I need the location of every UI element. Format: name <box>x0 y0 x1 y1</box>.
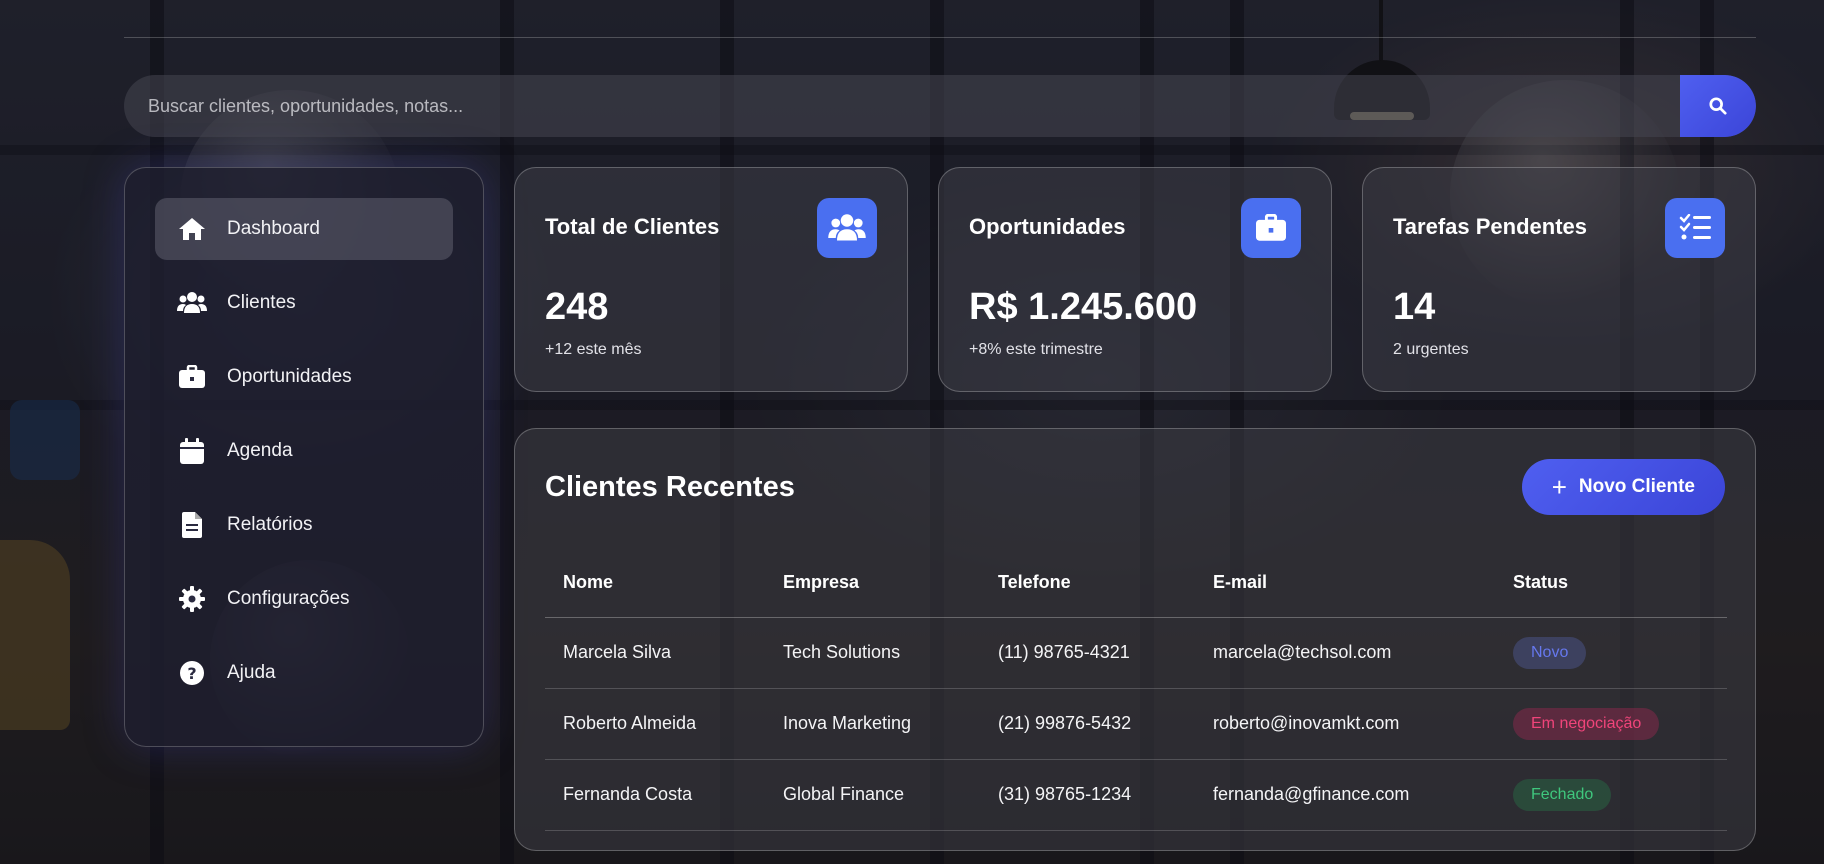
sidebar-item-label: Dashboard <box>227 218 320 239</box>
sidebar-item-dashboard[interactable]: Dashboard <box>155 198 453 260</box>
column-header: Status <box>1495 549 1727 618</box>
sidebar-item-ajuda[interactable]: ? Ajuda <box>155 642 453 704</box>
cell-email: fernanda@gfinance.com <box>1195 759 1495 831</box>
users-icon <box>177 289 207 317</box>
stat-subtext: 2 urgentes <box>1393 341 1469 358</box>
new-client-button[interactable]: + Novo Cliente <box>1521 459 1725 515</box>
cell-empresa: Global Finance <box>765 759 980 831</box>
column-header: Telefone <box>980 549 1195 618</box>
sidebar-item-oportunidades[interactable]: Oportunidades <box>155 346 453 408</box>
cell-status: Em negociação <box>1495 688 1727 760</box>
sidebar-item-label: Agenda <box>227 440 293 461</box>
stat-card-clientes: Total de Clientes 248 +12 este mês <box>514 167 908 392</box>
sidebar-item-label: Ajuda <box>227 662 276 683</box>
calendar-icon <box>177 437 207 465</box>
cell-status: Fechado <box>1495 759 1727 831</box>
sidebar-item-label: Configurações <box>227 588 350 609</box>
sidebar-item-label: Oportunidades <box>227 366 352 387</box>
briefcase-icon <box>1241 198 1301 258</box>
tasks-icon <box>1665 198 1725 258</box>
cell-email: roberto@inovamkt.com <box>1195 688 1495 760</box>
clients-table: Nome Empresa Telefone E-mail Status Marc… <box>545 549 1727 831</box>
top-divider <box>124 37 1756 38</box>
table-row[interactable]: Fernanda Costa Global Finance (31) 98765… <box>545 759 1727 831</box>
stat-value: 248 <box>545 286 609 328</box>
column-header: Nome <box>545 549 765 618</box>
stat-card-oportunidades: Oportunidades R$ 1.245.600 +8% este trim… <box>938 167 1332 392</box>
plus-icon: + <box>1551 472 1567 502</box>
search-bar <box>124 75 1756 137</box>
table-row[interactable]: Roberto Almeida Inova Marketing (21) 998… <box>545 688 1727 760</box>
stat-value: R$ 1.245.600 <box>969 286 1198 328</box>
question-icon: ? <box>177 659 207 687</box>
sidebar-item-relatorios[interactable]: Relatórios <box>155 494 453 556</box>
panel-title: Clientes Recentes <box>545 471 795 503</box>
stat-value: 14 <box>1393 286 1436 328</box>
sidebar-item-configuracoes[interactable]: Configurações <box>155 568 453 630</box>
table-row[interactable]: Marcela Silva Tech Solutions (11) 98765-… <box>545 617 1727 689</box>
users-icon <box>817 198 877 258</box>
search-icon <box>1709 97 1727 115</box>
sidebar-item-label: Relatórios <box>227 514 313 535</box>
sidebar-item-clientes[interactable]: Clientes <box>155 272 453 334</box>
cell-telefone: (11) 98765-4321 <box>980 617 1195 689</box>
column-header: Empresa <box>765 549 980 618</box>
sidebar: Dashboard Clientes Oportunidades Agenda … <box>124 167 484 747</box>
file-icon <box>177 511 207 539</box>
cell-nome: Marcela Silva <box>545 617 765 689</box>
cell-telefone: (21) 99876-5432 <box>980 688 1195 760</box>
new-client-label: Novo Cliente <box>1578 476 1695 497</box>
home-icon <box>177 215 207 243</box>
cell-email: marcela@techsol.com <box>1195 617 1495 689</box>
recent-clients-panel: Clientes Recentes + Novo Cliente Nome Em… <box>514 428 1756 851</box>
column-header: E-mail <box>1195 549 1495 618</box>
gear-icon <box>177 585 207 613</box>
table-header-row: Nome Empresa Telefone E-mail Status <box>545 549 1727 618</box>
cell-nome: Roberto Almeida <box>545 688 765 760</box>
cell-empresa: Tech Solutions <box>765 617 980 689</box>
stat-subtext: +8% este trimestre <box>969 341 1103 358</box>
stat-subtext: +12 este mês <box>545 341 642 358</box>
status-badge: Em negociação <box>1513 707 1660 740</box>
cell-telefone: (31) 98765-1234 <box>980 759 1195 831</box>
status-badge: Novo <box>1513 636 1587 669</box>
search-input[interactable] <box>124 75 1680 137</box>
cell-empresa: Inova Marketing <box>765 688 980 760</box>
status-badge: Fechado <box>1513 778 1612 811</box>
stat-card-tarefas: Tarefas Pendentes 14 2 urgentes <box>1362 167 1756 392</box>
sidebar-item-label: Clientes <box>227 292 296 313</box>
briefcase-icon <box>177 363 207 391</box>
sidebar-item-agenda[interactable]: Agenda <box>155 420 453 482</box>
svg-text:?: ? <box>187 664 196 683</box>
search-button[interactable] <box>1680 75 1756 137</box>
cell-nome: Fernanda Costa <box>545 759 765 831</box>
cell-status: Novo <box>1495 617 1727 689</box>
